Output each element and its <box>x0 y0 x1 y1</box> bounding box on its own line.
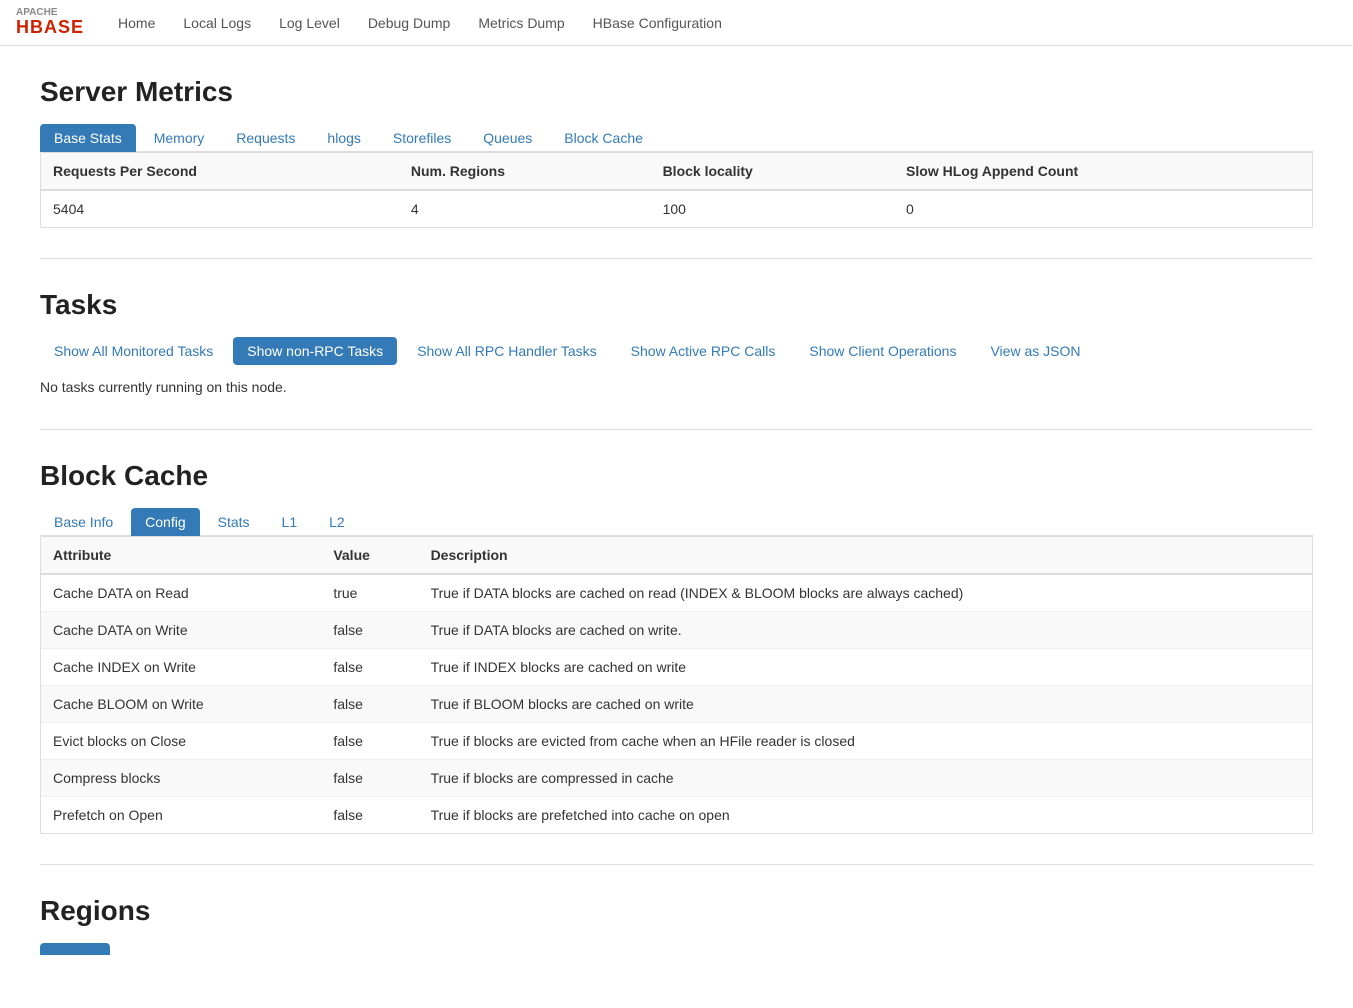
block-cache-title: Block Cache <box>40 460 1313 492</box>
cell-attribute-2: Cache INDEX on Write <box>41 649 321 686</box>
cell-value-0: true <box>321 574 418 612</box>
nav-item-home[interactable]: Home <box>104 0 169 46</box>
cell-value-3: false <box>321 686 418 723</box>
cell-block-locality: 100 <box>651 190 894 227</box>
server-metrics-header-row: Requests Per Second Num. Regions Block l… <box>41 153 1312 190</box>
cell-description-3: True if BLOOM blocks are cached on write <box>419 686 1312 723</box>
col-num-regions: Num. Regions <box>399 153 651 190</box>
cell-value-2: false <box>321 649 418 686</box>
cell-attribute-4: Evict blocks on Close <box>41 723 321 760</box>
cell-description-1: True if DATA blocks are cached on write. <box>419 612 1312 649</box>
col-block-locality: Block locality <box>651 153 894 190</box>
nav-link-debug-dump[interactable]: Debug Dump <box>354 0 465 46</box>
main-content: Server Metrics Base Stats Memory Request… <box>0 46 1353 1008</box>
table-row: 5404 4 100 0 <box>41 190 1312 227</box>
col-requests-per-second: Requests Per Second <box>41 153 399 190</box>
nav-menu: Home Local Logs Log Level Debug Dump Met… <box>104 0 736 46</box>
tasks-title: Tasks <box>40 289 1313 321</box>
cell-requests-per-second: 5404 <box>41 190 399 227</box>
cell-attribute-5: Compress blocks <box>41 760 321 797</box>
btn-view-as-json[interactable]: View as JSON <box>976 337 1094 365</box>
cell-value-4: false <box>321 723 418 760</box>
btn-show-non-rpc[interactable]: Show non-RPC Tasks <box>233 337 397 365</box>
cell-attribute-3: Cache BLOOM on Write <box>41 686 321 723</box>
tab-memory[interactable]: Memory <box>140 124 219 152</box>
nav-item-debug-dump[interactable]: Debug Dump <box>354 0 465 46</box>
cell-description-4: True if blocks are evicted from cache wh… <box>419 723 1312 760</box>
cell-attribute-1: Cache DATA on Write <box>41 612 321 649</box>
regions-tab-placeholder[interactable] <box>40 943 110 955</box>
nav-link-log-level[interactable]: Log Level <box>265 0 354 46</box>
server-metrics-section: Server Metrics Base Stats Memory Request… <box>40 76 1313 228</box>
tab-base-stats[interactable]: Base Stats <box>40 124 136 152</box>
btn-show-all-monitored[interactable]: Show All Monitored Tasks <box>40 337 227 365</box>
nav-item-local-logs[interactable]: Local Logs <box>169 0 265 46</box>
cell-attribute-6: Prefetch on Open <box>41 797 321 834</box>
table-row: Cache BLOOM on WritefalseTrue if BLOOM b… <box>41 686 1312 723</box>
nav-item-log-level[interactable]: Log Level <box>265 0 354 46</box>
cell-value-1: false <box>321 612 418 649</box>
table-row: Prefetch on OpenfalseTrue if blocks are … <box>41 797 1312 834</box>
regions-title: Regions <box>40 895 1313 927</box>
tasks-section: Tasks Show All Monitored Tasks Show non-… <box>40 289 1313 399</box>
btn-show-client-ops[interactable]: Show Client Operations <box>795 337 970 365</box>
nav-link-home[interactable]: Home <box>104 0 169 46</box>
cell-value-6: false <box>321 797 418 834</box>
divider-3 <box>40 864 1313 865</box>
server-metrics-table-wrapper: Requests Per Second Num. Regions Block l… <box>40 152 1313 228</box>
nav-item-metrics-dump[interactable]: Metrics Dump <box>464 0 578 46</box>
tab-storefiles[interactable]: Storefiles <box>379 124 465 152</box>
no-tasks-message: No tasks currently running on this node. <box>40 375 1313 399</box>
table-row: Cache INDEX on WritefalseTrue if INDEX b… <box>41 649 1312 686</box>
server-metrics-tabs: Base Stats Memory Requests hlogs Storefi… <box>40 124 1313 152</box>
server-metrics-title: Server Metrics <box>40 76 1313 108</box>
col-slow-hlog: Slow HLog Append Count <box>894 153 1312 190</box>
col-value: Value <box>321 537 418 574</box>
btn-show-all-rpc-handler[interactable]: Show All RPC Handler Tasks <box>403 337 610 365</box>
navbar: APACHE HBASE Home Local Logs Log Level D… <box>0 0 1353 46</box>
nav-link-metrics-dump[interactable]: Metrics Dump <box>464 0 578 46</box>
nav-item-hbase-config[interactable]: HBase Configuration <box>579 0 736 46</box>
table-row: Compress blocksfalseTrue if blocks are c… <box>41 760 1312 797</box>
regions-section: Regions <box>40 895 1313 954</box>
block-cache-tabs: Base Info Config Stats L1 L2 <box>40 508 1313 536</box>
brand-logo: APACHE HBASE <box>16 7 84 38</box>
divider-2 <box>40 429 1313 430</box>
col-description: Description <box>419 537 1312 574</box>
nav-link-hbase-config[interactable]: HBase Configuration <box>579 0 736 46</box>
table-row: Cache DATA on WritefalseTrue if DATA blo… <box>41 612 1312 649</box>
nav-link-local-logs[interactable]: Local Logs <box>169 0 265 46</box>
block-cache-table-wrapper: Attribute Value Description Cache DATA o… <box>40 536 1313 834</box>
cell-attribute-0: Cache DATA on Read <box>41 574 321 612</box>
tab-l2[interactable]: L2 <box>315 508 359 536</box>
tab-base-info[interactable]: Base Info <box>40 508 127 536</box>
tasks-buttons: Show All Monitored Tasks Show non-RPC Ta… <box>40 337 1313 365</box>
block-cache-section: Block Cache Base Info Config Stats L1 L2… <box>40 460 1313 834</box>
server-metrics-table: Requests Per Second Num. Regions Block l… <box>41 153 1312 227</box>
table-row: Cache DATA on ReadtrueTrue if DATA block… <box>41 574 1312 612</box>
cell-value-5: false <box>321 760 418 797</box>
block-cache-table: Attribute Value Description Cache DATA o… <box>41 537 1312 833</box>
hbase-logo: APACHE HBASE <box>16 7 84 38</box>
hbase-text: HBASE <box>16 18 84 38</box>
tab-config[interactable]: Config <box>131 508 199 536</box>
tab-block-cache[interactable]: Block Cache <box>550 124 657 152</box>
table-row: Evict blocks on ClosefalseTrue if blocks… <box>41 723 1312 760</box>
cell-description-0: True if DATA blocks are cached on read (… <box>419 574 1312 612</box>
tab-hlogs[interactable]: hlogs <box>313 124 374 152</box>
tab-requests[interactable]: Requests <box>222 124 309 152</box>
block-cache-header-row: Attribute Value Description <box>41 537 1312 574</box>
tab-l1[interactable]: L1 <box>268 508 312 536</box>
col-attribute: Attribute <box>41 537 321 574</box>
cell-description-5: True if blocks are compressed in cache <box>419 760 1312 797</box>
cell-description-2: True if INDEX blocks are cached on write <box>419 649 1312 686</box>
cell-description-6: True if blocks are prefetched into cache… <box>419 797 1312 834</box>
tab-queues[interactable]: Queues <box>469 124 546 152</box>
cell-slow-hlog: 0 <box>894 190 1312 227</box>
btn-show-active-rpc[interactable]: Show Active RPC Calls <box>617 337 790 365</box>
cell-num-regions: 4 <box>399 190 651 227</box>
tab-stats[interactable]: Stats <box>204 508 264 536</box>
divider-1 <box>40 258 1313 259</box>
